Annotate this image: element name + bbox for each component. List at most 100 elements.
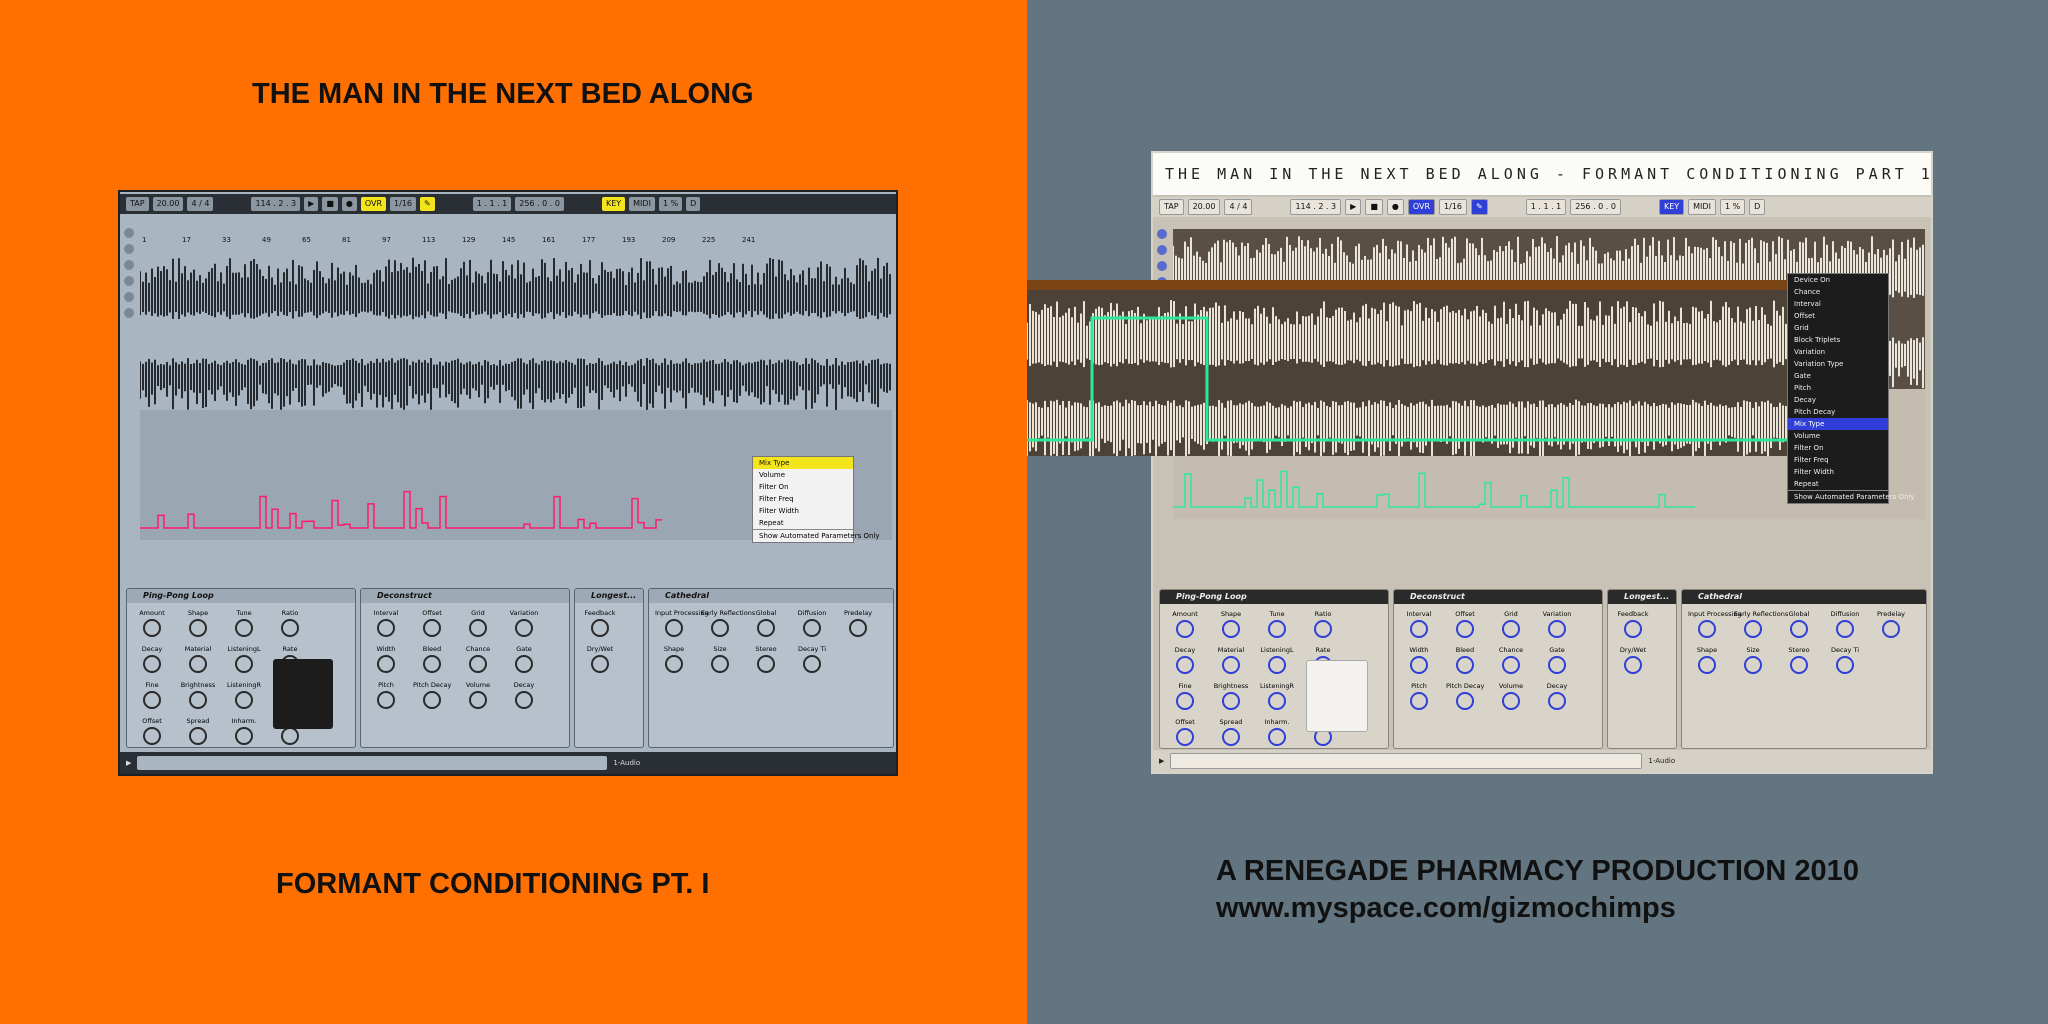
- menu-item[interactable]: Grid: [1788, 322, 1888, 334]
- knob-icon[interactable]: [1410, 656, 1428, 674]
- device-cathedral[interactable]: Cathedral Input Processing Early Reflecti…: [648, 588, 894, 748]
- device-parameter[interactable]: Brightness: [1212, 682, 1250, 712]
- loop-length-field[interactable]: 256 . 0 . 0: [1570, 199, 1621, 215]
- show-automated-only-toggle[interactable]: Show Automated Parameters Only: [1788, 490, 1915, 503]
- knob-icon[interactable]: [377, 619, 395, 637]
- device-parameter[interactable]: Shape: [1688, 646, 1726, 676]
- knob-icon[interactable]: [377, 691, 395, 709]
- device-parameter[interactable]: Decay: [133, 645, 171, 675]
- menu-item[interactable]: Filter Width: [1788, 466, 1888, 478]
- midi-button[interactable]: MIDI: [629, 197, 655, 211]
- device-parameter[interactable]: Stereo: [747, 645, 785, 675]
- position-field[interactable]: 114 . 2 . 3: [251, 197, 301, 211]
- knob-icon[interactable]: [849, 619, 867, 637]
- knob-icon[interactable]: [515, 619, 533, 637]
- knob-icon[interactable]: [1176, 656, 1194, 674]
- loop-start-field[interactable]: 1 . 1 . 1: [1525, 199, 1567, 215]
- view-toggle-icon[interactable]: [124, 260, 134, 270]
- knob-icon[interactable]: [665, 655, 683, 673]
- stop-icon[interactable]: ■: [322, 197, 338, 211]
- device-parameter[interactable]: Offset: [1446, 610, 1484, 640]
- automation-parameter-menu[interactable]: Mix Type Volume Filter On Filter Freq Filter…: [752, 456, 880, 543]
- knob-icon[interactable]: [1222, 692, 1240, 710]
- device-parameter[interactable]: Grid: [459, 609, 497, 639]
- knob-icon[interactable]: [1268, 692, 1286, 710]
- knob-icon[interactable]: [469, 619, 487, 637]
- device-parameter[interactable]: Chance: [459, 645, 497, 675]
- knob-icon[interactable]: [281, 727, 299, 745]
- device-ping-pong-loop[interactable]: Ping-Pong Loop Amount Shape Tune Ratio Decay…: [1159, 589, 1389, 749]
- knob-icon[interactable]: [189, 655, 207, 673]
- device-longest[interactable]: Longest... Feedback Dry/Wet: [574, 588, 644, 748]
- menu-item[interactable]: Block Triplets: [1788, 334, 1888, 346]
- device-parameter[interactable]: Chance: [1492, 646, 1530, 676]
- device-parameter[interactable]: Decay Ti: [793, 645, 831, 675]
- device-parameter[interactable]: Global: [1780, 610, 1818, 640]
- view-toggle-icon[interactable]: [124, 308, 134, 318]
- menu-item[interactable]: Variation: [1788, 346, 1888, 358]
- knob-icon[interactable]: [423, 655, 441, 673]
- knob-icon[interactable]: [803, 619, 821, 637]
- signature-field[interactable]: 4 / 4: [1224, 199, 1253, 215]
- menu-item[interactable]: Filter Freq: [1788, 454, 1888, 466]
- knob-icon[interactable]: [711, 655, 729, 673]
- automation-parameter-menu[interactable]: Device On Chance Interval Offset Grid Block T…: [1787, 273, 1915, 504]
- device-parameter[interactable]: Variation: [1538, 610, 1576, 640]
- device-parameter[interactable]: Pitch Decay: [413, 681, 451, 711]
- automation-envelope[interactable]: [1173, 470, 1695, 508]
- knob-icon[interactable]: [711, 619, 729, 637]
- device-parameter[interactable]: Shape: [1212, 610, 1250, 640]
- view-toggle-icon[interactable]: [124, 276, 134, 286]
- menu-item[interactable]: Decay: [1788, 394, 1888, 406]
- device-parameter[interactable]: Predelay: [839, 609, 877, 639]
- knob-icon[interactable]: [143, 655, 161, 673]
- knob-icon[interactable]: [469, 691, 487, 709]
- device-parameter[interactable]: Bleed: [1446, 646, 1484, 676]
- ovr-button[interactable]: OVR: [1407, 199, 1436, 215]
- device-parameter[interactable]: ListeningL: [1258, 646, 1296, 676]
- knob-icon[interactable]: [1790, 620, 1808, 638]
- device-ping-pong-loop[interactable]: Ping-Pong Loop Amount Shape Tune Ratio Decay…: [126, 588, 356, 748]
- pencil-icon[interactable]: ✎: [420, 197, 435, 211]
- knob-icon[interactable]: [1836, 656, 1854, 674]
- menu-item[interactable]: Variation Type: [1788, 358, 1888, 370]
- device-parameter[interactable]: Decay: [505, 681, 543, 711]
- device-parameter[interactable]: Dry/Wet: [581, 645, 619, 675]
- knob-icon[interactable]: [1698, 656, 1716, 674]
- play-icon[interactable]: ▶: [1345, 199, 1362, 215]
- tempo-field[interactable]: 20.00: [152, 197, 184, 211]
- menu-item[interactable]: Pitch: [1788, 382, 1888, 394]
- device-parameter[interactable]: Pitch: [1400, 682, 1438, 712]
- knob-icon[interactable]: [423, 619, 441, 637]
- knob-icon[interactable]: [189, 619, 207, 637]
- menu-item[interactable]: Filter Width: [753, 505, 853, 517]
- knob-icon[interactable]: [665, 619, 683, 637]
- midi-button[interactable]: MIDI: [1688, 199, 1716, 215]
- device-parameter[interactable]: Input Processing: [655, 609, 709, 639]
- knob-icon[interactable]: [1882, 620, 1900, 638]
- knob-icon[interactable]: [143, 619, 161, 637]
- knob-icon[interactable]: [591, 655, 609, 673]
- device-parameter[interactable]: ListeningR: [1258, 682, 1296, 712]
- knob-icon[interactable]: [1176, 620, 1194, 638]
- knob-icon[interactable]: [1268, 656, 1286, 674]
- knob-icon[interactable]: [1410, 620, 1428, 638]
- knob-icon[interactable]: [1836, 620, 1854, 638]
- knob-icon[interactable]: [1698, 620, 1716, 638]
- device-parameter[interactable]: Width: [1400, 646, 1438, 676]
- view-toggle-icon[interactable]: [1157, 245, 1167, 255]
- view-selector-column[interactable]: [122, 222, 138, 542]
- device-parameter[interactable]: Tune: [225, 609, 263, 639]
- menu-item[interactable]: Pitch Decay: [1788, 406, 1888, 418]
- menu-item[interactable]: Mix Type: [1788, 418, 1888, 430]
- knob-icon[interactable]: [377, 655, 395, 673]
- menu-item[interactable]: Offset: [1788, 310, 1888, 322]
- menu-item[interactable]: Filter Freq: [753, 493, 853, 505]
- knob-icon[interactable]: [469, 655, 487, 673]
- menu-item[interactable]: Interval: [1788, 298, 1888, 310]
- play-clip-icon[interactable]: ▶: [126, 759, 131, 767]
- device-parameter[interactable]: Feedback: [581, 609, 619, 639]
- knob-icon[interactable]: [235, 727, 253, 745]
- device-parameter[interactable]: Shape: [655, 645, 693, 675]
- device-parameter[interactable]: Interval: [1400, 610, 1438, 640]
